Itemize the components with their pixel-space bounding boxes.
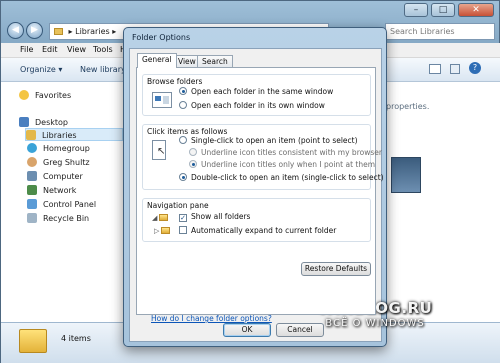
library-icon xyxy=(26,130,36,140)
watermark-line-2: ВСЁ О WINDOWS xyxy=(325,318,425,329)
radio-button[interactable] xyxy=(189,148,197,156)
sidebar-item-computer[interactable]: Computer xyxy=(27,170,83,183)
group-title: Browse folders xyxy=(147,77,203,86)
sidebar-item-recycle-bin[interactable]: Recycle Bin xyxy=(27,212,89,225)
folder-icon xyxy=(161,227,170,234)
menu-view[interactable]: View xyxy=(67,45,86,54)
radio-button[interactable] xyxy=(179,173,187,181)
radio-double-click[interactable]: Double-click to open an item (single-cli… xyxy=(179,173,384,183)
homegroup-icon xyxy=(27,143,37,153)
network-icon xyxy=(27,185,37,195)
sidebar-item-label: Homegroup xyxy=(43,144,90,153)
search-input[interactable]: Search Libraries xyxy=(385,23,495,40)
radio-own-window[interactable]: Open each folder in its own window xyxy=(179,101,325,111)
help-icon[interactable]: ? xyxy=(469,62,481,74)
checkbox-label: Automatically expand to current folder xyxy=(191,226,337,235)
organize-button[interactable]: Organize ▾ xyxy=(20,65,62,74)
radio-single-click[interactable]: Single-click to open an item (point to s… xyxy=(179,136,358,146)
click-items-group: Click items as follows ↖ Single-click to… xyxy=(142,124,384,190)
radio-label: Single-click to open an item (point to s… xyxy=(191,136,358,145)
group-title: Click items as follows xyxy=(147,127,228,136)
sidebar-item-label: Desktop xyxy=(35,118,68,127)
close-button[interactable]: ✕ xyxy=(458,3,494,17)
sidebar-item-label: Network xyxy=(43,186,77,195)
group-title: Navigation pane xyxy=(147,201,209,210)
folder-icon xyxy=(159,214,168,221)
menu-edit[interactable]: Edit xyxy=(42,45,58,54)
pointer-icon: ↖ xyxy=(152,140,166,160)
forward-arrow-icon[interactable]: ▶ xyxy=(26,22,43,39)
restore-defaults-button[interactable]: Restore Defaults xyxy=(301,262,371,276)
sidebar-item-libraries[interactable]: Libraries xyxy=(25,128,123,141)
radio-underline-consistent[interactable]: Underline icon titles consistent with my… xyxy=(189,148,382,158)
explorer-titlebar: – □ ✕ xyxy=(1,1,500,23)
radio-label: Underline icon titles only when I point … xyxy=(201,160,376,169)
radio-label: Double-click to open an item (single-cli… xyxy=(191,173,384,182)
preview-pane-icon[interactable] xyxy=(450,64,460,74)
user-icon xyxy=(27,157,37,167)
radio-button[interactable] xyxy=(179,136,187,144)
minimize-button[interactable]: – xyxy=(404,3,428,17)
sidebar-item-label: Recycle Bin xyxy=(43,214,90,223)
navigation-pane-group: Navigation pane ◢ ▷ ✓ Show all folders Au… xyxy=(142,198,371,242)
tab-general[interactable]: General xyxy=(137,53,177,68)
browse-folders-icon xyxy=(152,92,172,108)
sidebar-item-label: Control Panel xyxy=(43,200,97,209)
navigation-pane: Favorites Desktop Libraries Homegroup Gr… xyxy=(1,82,126,322)
control-panel-icon xyxy=(27,199,37,209)
breadcrumb-separator-icon: ▸ xyxy=(112,27,117,36)
star-icon xyxy=(19,90,29,100)
maximize-button[interactable]: □ xyxy=(431,3,455,17)
background-text: properties. xyxy=(386,102,430,111)
item-count: 4 items xyxy=(61,334,91,343)
tree-collapsed-icon: ▷ xyxy=(154,227,160,235)
new-library-button[interactable]: New library xyxy=(80,65,126,74)
sidebar-item-control-panel[interactable]: Control Panel xyxy=(27,198,96,211)
video-library-icon[interactable] xyxy=(391,157,421,193)
sidebar-item-label: Greg Shultz xyxy=(43,158,90,167)
radio-button[interactable] xyxy=(189,160,197,168)
dialog-body: General View Search Browse folders Open … xyxy=(129,48,384,342)
sidebar-item-favorites[interactable]: Favorites xyxy=(19,89,71,102)
ok-button[interactable]: OK xyxy=(223,323,271,337)
browse-folders-group: Browse folders Open each folder in the s… xyxy=(142,74,371,116)
help-link[interactable]: How do I change folder options? xyxy=(151,314,272,323)
folder-icon xyxy=(54,28,63,35)
radio-button[interactable] xyxy=(179,87,187,95)
library-icon xyxy=(19,329,47,353)
radio-underline-point[interactable]: Underline icon titles only when I point … xyxy=(189,160,375,170)
recycle-bin-icon xyxy=(27,213,37,223)
sidebar-item-label: Favorites xyxy=(35,91,72,100)
back-arrow-icon[interactable]: ◀ xyxy=(7,22,24,39)
radio-label: Underline icon titles consistent with my… xyxy=(201,148,382,157)
checkbox-auto-expand[interactable]: Automatically expand to current folder xyxy=(179,226,336,236)
sidebar-item-network[interactable]: Network xyxy=(27,184,76,197)
breadcrumb[interactable]: Libraries xyxy=(75,27,110,36)
checkbox[interactable] xyxy=(179,226,187,234)
tab-search[interactable]: Search xyxy=(197,55,233,67)
tree-expanded-icon: ◢ xyxy=(152,214,158,222)
radio-label: Open each folder in its own window xyxy=(191,101,325,110)
desktop-icon xyxy=(19,117,29,127)
sidebar-item-label: Computer xyxy=(43,172,83,181)
sidebar-item-user[interactable]: Greg Shultz xyxy=(27,156,90,169)
menu-tools[interactable]: Tools xyxy=(93,45,113,54)
dialog-title: Folder Options xyxy=(132,33,191,42)
search-placeholder: Search Libraries xyxy=(390,27,455,36)
radio-label: Open each folder in the same window xyxy=(191,87,334,96)
folder-options-dialog: Folder Options General View Search Brows… xyxy=(123,27,387,347)
checkbox-label: Show all folders xyxy=(191,212,251,221)
menu-file[interactable]: File xyxy=(20,45,33,54)
general-tab-panel: Browse folders Open each folder in the s… xyxy=(136,67,384,315)
sidebar-item-homegroup[interactable]: Homegroup xyxy=(27,142,90,155)
checkbox-show-all-folders[interactable]: ✓ Show all folders xyxy=(179,212,250,222)
checkbox[interactable]: ✓ xyxy=(179,214,187,222)
radio-button[interactable] xyxy=(179,101,187,109)
sidebar-item-label: Libraries xyxy=(42,131,77,140)
computer-icon xyxy=(27,171,37,181)
view-options-icon[interactable] xyxy=(429,64,441,74)
radio-same-window[interactable]: Open each folder in the same window xyxy=(179,87,333,97)
